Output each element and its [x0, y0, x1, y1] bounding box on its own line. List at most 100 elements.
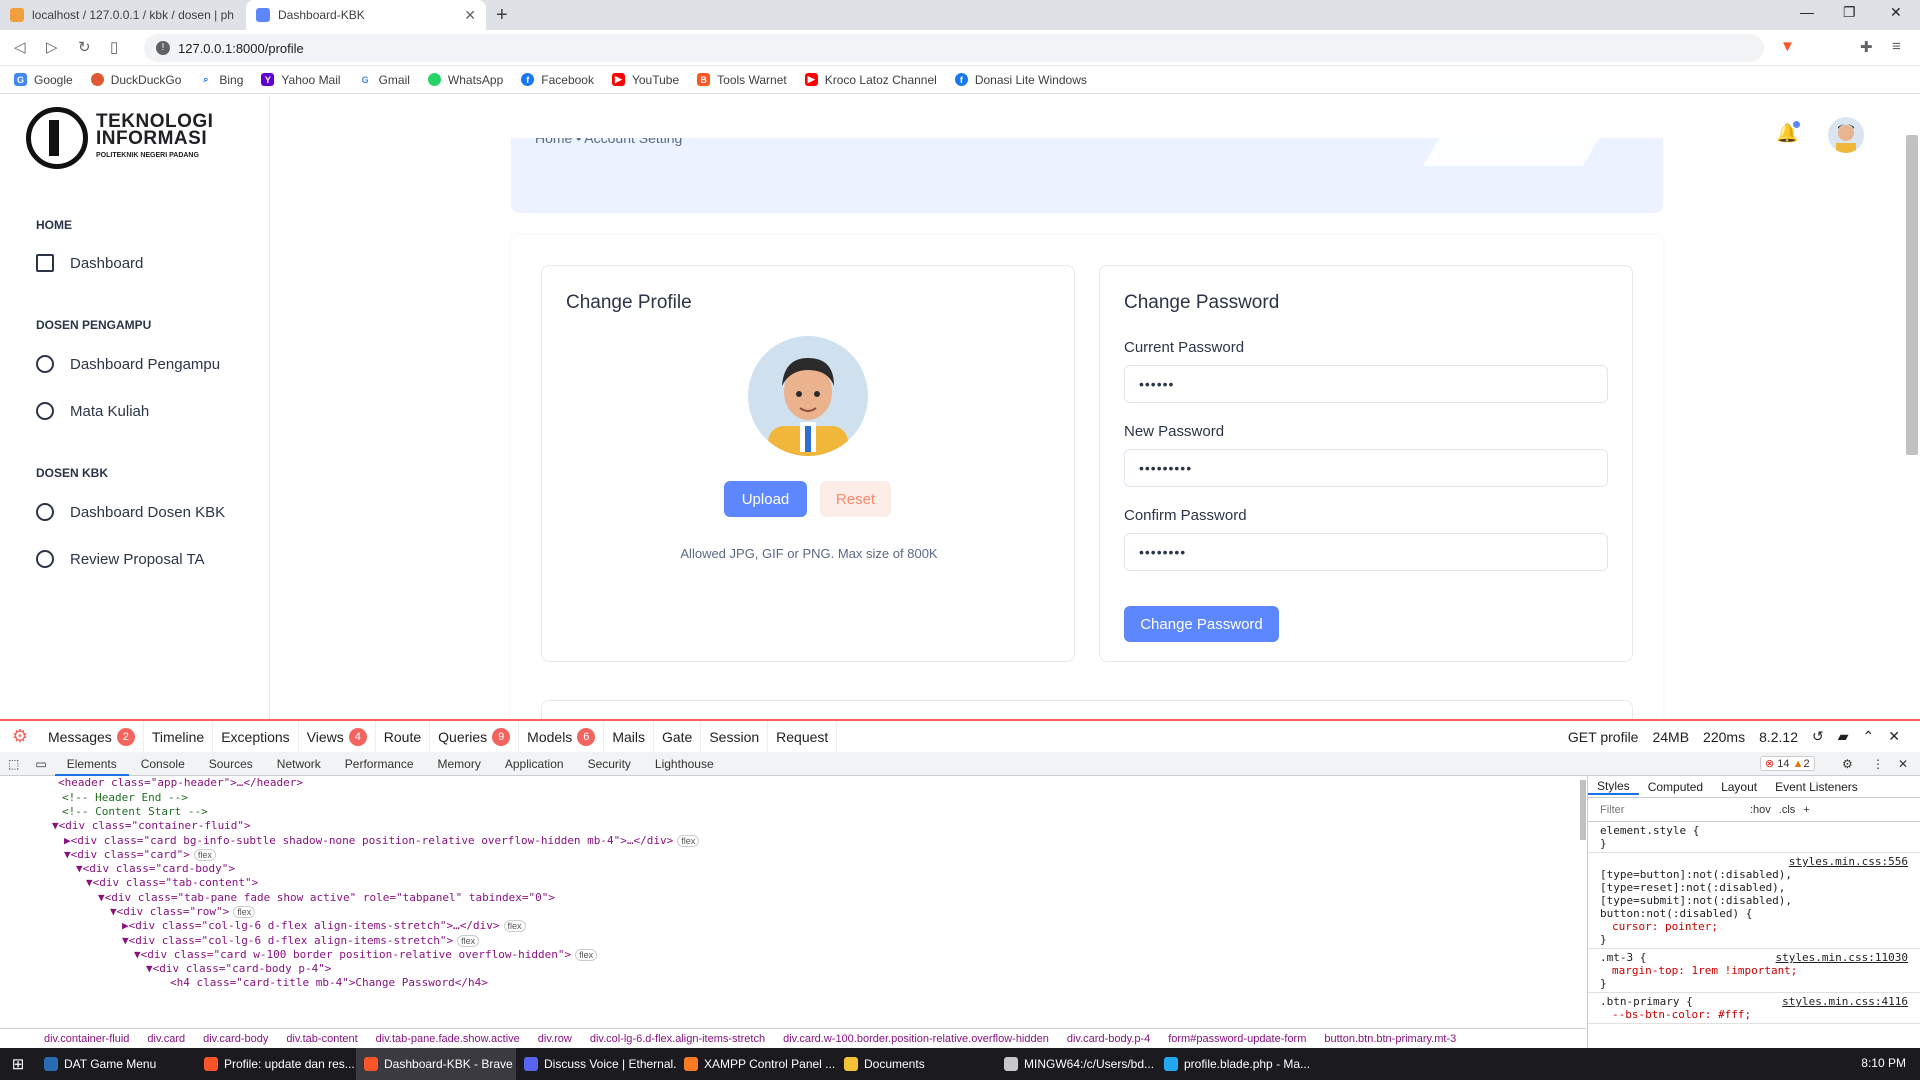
style-rule[interactable]: styles.min.css:11030 .mt-3 {margin-top: 1… [1588, 949, 1920, 993]
bookmark-duckduckgo[interactable]: DuckDuckGo [90, 73, 181, 87]
debug-tab-gate[interactable]: Gate [654, 721, 702, 752]
dom-node[interactable]: ▼<div class="tab-pane fade show active" … [98, 891, 555, 904]
close-tab-icon[interactable]: ✕ [464, 7, 476, 24]
devtools-tab-lighthouse[interactable]: Lighthouse [643, 757, 726, 771]
debug-tab-queries[interactable]: Queries 9 [430, 721, 520, 752]
devtools-tab-elements[interactable]: Elements [54, 752, 129, 776]
dom-node[interactable]: ▼<div class="card-body"> [76, 862, 235, 875]
taskbar-item[interactable]: MINGW64:/c/Users/bd... [996, 1048, 1156, 1080]
style-rule[interactable]: element.style {} [1588, 822, 1920, 853]
back-icon[interactable]: ◁ [14, 38, 26, 56]
minimize-icon[interactable]: — [1800, 4, 1814, 20]
debug-tab-request[interactable]: Request [768, 721, 838, 752]
bookmark-whatsapp[interactable]: WhatsApp [427, 73, 503, 87]
confirm-password-field[interactable]: •••••••• [1124, 533, 1608, 571]
debug-tab-views[interactable]: Views 4 [299, 721, 376, 752]
debug-tab-exceptions[interactable]: Exceptions [213, 721, 299, 752]
dom-node[interactable]: ▼<div class="container-fluid"> [52, 819, 251, 832]
dom-node[interactable]: <!-- Header End --> [62, 791, 188, 804]
taskbar-item[interactable]: Discuss Voice | Ethernal... [516, 1048, 676, 1080]
windows-start-icon[interactable]: ⊞ [0, 1055, 36, 1073]
avatar[interactable] [1828, 117, 1864, 153]
flex-badge[interactable]: flex [677, 835, 700, 847]
flex-badge[interactable]: flex [503, 920, 526, 932]
tab-computed[interactable]: Computed [1639, 780, 1712, 794]
flex-badge[interactable]: flex [575, 949, 598, 961]
bookmark-donasi[interactable]: f Donasi Lite Windows [954, 73, 1087, 87]
menu-icon[interactable]: ≡ [1892, 38, 1901, 55]
dom-crumb[interactable]: div.row [538, 1033, 572, 1045]
devtools-tab-memory[interactable]: Memory [426, 757, 493, 771]
dom-node[interactable]: ▼<div class="card"> flex [64, 848, 216, 861]
dom-node[interactable]: ▼<div class="col-lg-6 d-flex align-items… [122, 934, 480, 947]
tab-styles[interactable]: Styles [1588, 779, 1639, 795]
sidebar-item-dashboard-dosen-kbk[interactable]: Dashboard Dosen KBK [36, 503, 225, 521]
devtools-tab-performance[interactable]: Performance [333, 757, 426, 771]
upload-button[interactable]: Upload [724, 481, 807, 517]
inspect-icon[interactable]: ⬚ [0, 757, 27, 771]
change-password-button[interactable]: Change Password [1124, 606, 1279, 642]
bookmark-yahoo-mail[interactable]: Y Yahoo Mail [261, 73, 341, 87]
close-window-icon[interactable]: ✕ [1890, 4, 1902, 21]
dom-node[interactable]: ▶<div class="card bg-info-subtle shadow-… [64, 834, 700, 847]
dom-crumb[interactable]: button.btn.btn-primary.mt-3 [1324, 1033, 1456, 1045]
browser-tab-active[interactable]: Dashboard-KBK ✕ [246, 0, 486, 30]
taskbar-item[interactable]: Documents [836, 1048, 996, 1080]
more-icon[interactable]: ⋮ [1872, 757, 1884, 771]
devtools-tab-network[interactable]: Network [265, 757, 333, 771]
dom-crumb[interactable]: div.card-body [203, 1033, 268, 1045]
styles-filter-input[interactable]: Filter [1600, 804, 1740, 816]
site-info-icon[interactable]: ! [156, 41, 170, 55]
bookmark-bing[interactable]: ⌕ Bing [199, 73, 243, 87]
flex-badge[interactable]: flex [457, 935, 480, 947]
bookmark-icon[interactable]: ▯ [110, 38, 118, 56]
devtools-tab-security[interactable]: Security [576, 757, 643, 771]
dom-node[interactable]: <!-- Content Start --> [62, 805, 208, 818]
dom-crumb[interactable]: div.tab-content [286, 1033, 357, 1045]
debug-tab-messages[interactable]: Messages 2 [40, 721, 144, 752]
sidebar-item-dashboard[interactable]: Dashboard [36, 254, 143, 272]
restore-icon[interactable]: ❐ [1843, 4, 1856, 21]
bookmark-kroco[interactable]: ▶ Kroco Latoz Channel [804, 73, 937, 87]
issue-counter[interactable]: ⊗ 14 ▲2 [1760, 756, 1815, 771]
settings-icon[interactable]: ⚙ [1842, 757, 1853, 771]
breadcrumb-home[interactable]: Home [535, 138, 572, 146]
device-toolbar-icon[interactable]: ▭ [27, 757, 54, 771]
rule-source[interactable]: styles.min.css:4116 [1782, 995, 1908, 1008]
rule-property[interactable]: margin-top: 1rem !important; [1600, 964, 1797, 977]
dom-node[interactable]: ▼<div class="card w-100 border position-… [134, 948, 598, 961]
sidebar-item-mata-kuliah[interactable]: Mata Kuliah [36, 402, 149, 420]
dom-node[interactable]: ▶<div class="col-lg-6 d-flex align-items… [122, 919, 526, 932]
chevron-up-icon[interactable]: ⌃ [1863, 728, 1875, 745]
sidebar-item-review-proposal-ta[interactable]: Review Proposal TA [36, 550, 205, 568]
taskbar-item[interactable]: Profile: update dan res... [196, 1048, 356, 1080]
dom-crumb[interactable]: div.container-fluid [44, 1033, 129, 1045]
dom-node[interactable]: <header class="app-header">…</header> [58, 776, 303, 789]
close-devtools-icon[interactable]: ✕ [1898, 757, 1908, 771]
bookmark-gmail[interactable]: G Gmail [358, 73, 410, 87]
debug-route[interactable]: GET profile [1568, 729, 1639, 745]
flex-badge[interactable]: flex [193, 849, 216, 861]
logo[interactable]: TEKNOLOGI INFORMASI POLITEKNIK NEGERI PA… [26, 107, 213, 169]
devtools-tab-console[interactable]: Console [129, 757, 197, 771]
reload-icon[interactable]: ↻ [78, 38, 91, 56]
elements-scrollbar[interactable] [1580, 780, 1586, 840]
taskbar-item[interactable]: DAT Game Menu [36, 1048, 196, 1080]
dom-crumb[interactable]: div.card.w-100.border.position-relative.… [783, 1033, 1049, 1045]
rule-property[interactable]: cursor: pointer; [1600, 920, 1718, 933]
history-icon[interactable]: ↺ [1812, 728, 1824, 745]
debug-tab-route[interactable]: Route [376, 721, 431, 752]
page-scrollbar[interactable] [1906, 135, 1918, 455]
rule-source[interactable]: styles.min.css:556 [1789, 855, 1908, 868]
new-password-field[interactable]: ••••••••• [1124, 449, 1608, 487]
bookmark-facebook[interactable]: f Facebook [521, 73, 594, 87]
folder-icon[interactable]: ▰ [1838, 728, 1849, 745]
url-field[interactable]: ! 127.0.0.1:8000/profile [144, 34, 1764, 62]
dom-crumb[interactable]: div.tab-pane.fade.show.active [376, 1033, 520, 1045]
debug-tab-session[interactable]: Session [701, 721, 769, 752]
laravel-logo-icon[interactable]: ⚙ [0, 726, 40, 747]
reset-button[interactable]: Reset [820, 481, 891, 517]
dom-node[interactable]: <h4 class="card-title mb-4">Change Passw… [170, 976, 488, 989]
extensions-icon[interactable]: ✚ [1860, 38, 1873, 56]
taskbar-clock[interactable]: 8:10 PM [1861, 1056, 1906, 1070]
